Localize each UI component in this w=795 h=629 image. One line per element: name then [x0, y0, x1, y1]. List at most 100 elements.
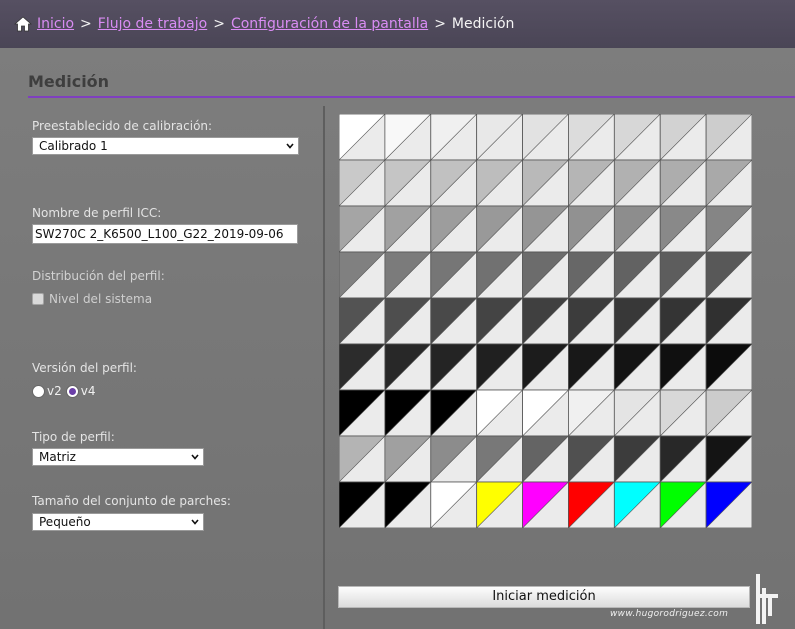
radio-v4[interactable]: [65, 384, 79, 398]
start-measurement-button[interactable]: Iniciar medición: [338, 586, 750, 608]
home-icon[interactable]: [14, 15, 32, 33]
breadcrumb-current: Medición: [451, 16, 515, 32]
patch-cell: [705, 251, 752, 299]
radio-v2-label: v2: [47, 384, 62, 398]
patch-cell: [339, 389, 386, 437]
calibration-preset-value: Calibrado 1: [39, 139, 108, 153]
patch-cell: [522, 251, 569, 299]
title-underline: [28, 96, 795, 98]
patch-cell: [705, 435, 752, 483]
chevron-down-icon: [191, 454, 199, 460]
patch-grid: [339, 114, 752, 528]
patch-cell: [613, 389, 661, 437]
chevron-down-icon: [286, 143, 294, 149]
calibration-preset-label: Preestablecido de calibración:: [32, 119, 213, 133]
breadcrumb-separator: >: [80, 16, 92, 32]
patch-cell: [613, 205, 661, 253]
panel-divider: [323, 106, 325, 629]
patch-cell: [476, 251, 523, 299]
patch-cell: [384, 297, 432, 345]
profile-type-value: Matriz: [39, 450, 76, 464]
patch-set-size-label: Tamaño del conjunto de parches:: [32, 494, 231, 508]
patch-cell: [476, 159, 523, 207]
patch-cell: [522, 205, 569, 253]
profile-type-select[interactable]: Matriz: [32, 448, 204, 466]
patch-cell: [705, 481, 752, 528]
patch-cell: [613, 343, 661, 391]
patch-cell: [613, 251, 661, 299]
calibration-preset-select[interactable]: Calibrado 1: [32, 137, 299, 155]
patch-cell: [705, 205, 752, 253]
patch-set-size-select[interactable]: Pequeño: [32, 513, 204, 531]
patch-cell: [613, 297, 661, 345]
patch-cell: [705, 159, 752, 207]
breadcrumb-separator: >: [213, 16, 225, 32]
patch-cell: [659, 205, 707, 253]
patch-cell: [568, 343, 615, 391]
breadcrumb: Inicio > Flujo de trabajo > Configuració…: [14, 15, 514, 33]
patch-cell: [339, 435, 386, 483]
patch-cell: [705, 389, 752, 437]
patch-cell: [384, 435, 432, 483]
patch-cell: [430, 114, 478, 161]
radio-v4-label: v4: [80, 384, 96, 398]
patch-cell: [476, 481, 523, 528]
patch-cell: [568, 481, 615, 528]
patch-cell: [339, 481, 386, 528]
patch-cell: [522, 389, 569, 437]
patch-cell: [476, 297, 523, 345]
patch-cell: [339, 159, 386, 207]
patch-cell: [384, 205, 432, 253]
patch-cell: [659, 481, 707, 528]
patch-cell: [384, 159, 432, 207]
patch-cell: [568, 389, 615, 437]
patch-cell: [659, 297, 707, 345]
patch-cell: [659, 389, 707, 437]
patch-cell: [568, 114, 615, 161]
radio-v2[interactable]: [32, 384, 45, 398]
patch-cell: [476, 435, 523, 483]
breadcrumb-link-configuracion[interactable]: Configuración de la pantalla: [231, 16, 428, 32]
patch-cell: [476, 389, 523, 437]
patch-cell: [522, 435, 569, 483]
main-panel: Medición Preestablecido de calibración: …: [0, 48, 795, 629]
patch-cell: [522, 114, 569, 161]
patch-cell: [476, 343, 523, 391]
patch-cell: [430, 159, 478, 207]
system-level-label: Nivel del sistema: [49, 292, 153, 306]
patch-cell: [659, 159, 707, 207]
patch-cell: [568, 297, 615, 345]
patch-cell: [613, 435, 661, 483]
patch-cell: [476, 205, 523, 253]
patch-cell: [705, 114, 752, 161]
patch-cell: [430, 297, 478, 345]
patch-cell: [339, 114, 386, 161]
breadcrumb-separator: >: [434, 16, 446, 32]
patch-cell: [430, 251, 478, 299]
system-level-checkbox[interactable]: [32, 293, 44, 305]
watermark-text: www.hugorodriguez.com: [610, 609, 729, 619]
patch-cell: [522, 159, 569, 207]
patch-cell: [384, 251, 432, 299]
patch-cell: [430, 481, 478, 528]
icc-profile-label: Nombre de perfil ICC:: [32, 206, 162, 220]
patch-cell: [339, 343, 386, 391]
patch-cell: [430, 389, 478, 437]
patch-cell: [476, 114, 523, 161]
system-level-row: Nivel del sistema: [32, 292, 152, 306]
patch-cell: [522, 343, 569, 391]
page-title: Medición: [28, 72, 110, 91]
patch-cell: [568, 205, 615, 253]
watermark-logo: [756, 574, 778, 624]
patch-cell: [384, 481, 432, 528]
patch-cell: [568, 159, 615, 207]
breadcrumb-link-flujo[interactable]: Flujo de trabajo: [98, 16, 207, 32]
patch-cell: [568, 251, 615, 299]
breadcrumb-link-inicio[interactable]: Inicio: [37, 16, 74, 32]
icc-profile-input[interactable]: SW270C 2_K6500_L100_G22_2019-09-06: [32, 224, 298, 244]
patch-cell: [659, 251, 707, 299]
profile-version-label: Versión del perfil:: [32, 361, 137, 375]
patch-cell: [613, 481, 661, 528]
profile-version-options: v2 v4: [32, 384, 100, 398]
patch-cell: [659, 435, 707, 483]
